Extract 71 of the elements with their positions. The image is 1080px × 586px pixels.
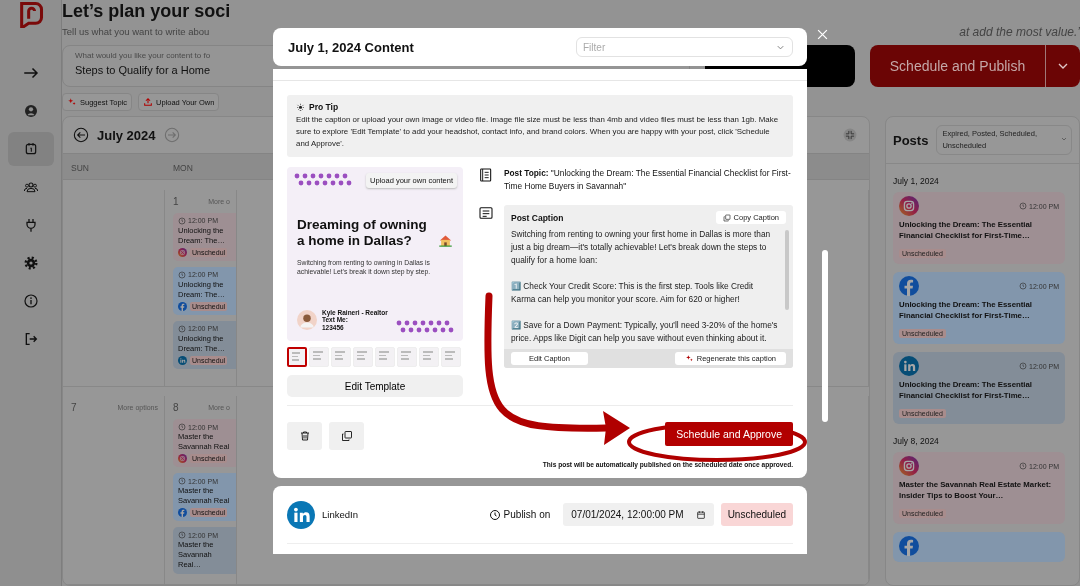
copy-icon xyxy=(722,213,731,222)
delete-button[interactable] xyxy=(287,422,322,450)
clock-icon xyxy=(1019,202,1028,210)
profile-icon xyxy=(22,103,39,119)
post-topic: Post Topic: "Unlocking the Dream: The Essential Financial Checklist for First-Time Home Buyers in Savannah" xyxy=(504,167,792,193)
clock-icon xyxy=(1019,462,1028,470)
chevron-icon xyxy=(1060,135,1068,143)
caption-paragraph: 2⃣ Save for a Down Payment: Typically, you'll need 3-20% of the home's price. Apps like Digit can help you save without even thinking about it. xyxy=(511,319,779,345)
facebook-icon xyxy=(899,536,919,556)
panel-title: Posts xyxy=(893,132,929,148)
settings-icon xyxy=(22,255,39,271)
page-subtitle: Tell us what you want to write abou xyxy=(62,25,210,39)
collapse-icon[interactable] xyxy=(843,128,857,142)
field-label: What would you like your content to fo xyxy=(75,51,212,60)
duplicate-button[interactable] xyxy=(329,422,364,450)
linkedin-icon xyxy=(287,500,315,529)
avatar xyxy=(297,309,317,330)
sparkle-icon xyxy=(67,97,77,107)
linkedin-icon xyxy=(178,355,187,365)
status-badge: Unscheduled xyxy=(720,503,793,526)
caption-title: Post Caption xyxy=(511,212,564,223)
day-number: 7 xyxy=(71,402,77,414)
bulb-icon xyxy=(296,102,305,112)
caption-paragraph: 1⃣ Check Your Credit Score: This is the first step. Tools like Credit Karma can help you monitor your score. Aim for 620 or higher! xyxy=(511,280,755,306)
clock-icon xyxy=(178,423,186,432)
house-icon xyxy=(438,233,453,248)
modal-title: July 1, 2024 Content xyxy=(288,39,414,55)
tip-title: Pro Tip xyxy=(309,102,339,112)
clock-icon xyxy=(178,270,186,279)
sidebar-item[interactable] xyxy=(7,132,54,166)
linkedin-icon xyxy=(899,356,919,376)
page-subtitle: at add the most value.’ xyxy=(959,25,1080,39)
trash-icon xyxy=(298,430,311,442)
date-label: July 8, 2024 xyxy=(893,436,940,446)
clock-icon xyxy=(1019,362,1028,370)
date-time-field[interactable]: 07/01/2024, 12:00:00 PM xyxy=(563,503,714,526)
clock-icon xyxy=(488,508,501,521)
preview-headline: Dreaming of owning a home in Dallas? xyxy=(297,217,428,249)
facebook-icon xyxy=(178,301,187,311)
facebook-icon xyxy=(178,508,187,518)
field-value: Steps to Qualify for a Home xyxy=(75,64,212,76)
post-card[interactable] xyxy=(893,532,1065,562)
publish-label: Publish on xyxy=(503,509,551,520)
clock-icon xyxy=(178,531,186,540)
day-number: 1 xyxy=(173,195,179,207)
book-icon xyxy=(478,167,494,183)
clock-icon xyxy=(178,477,186,486)
date-label: July 1, 2024 xyxy=(893,176,940,186)
copy-icon xyxy=(340,430,353,442)
sparkle-icon xyxy=(684,354,694,363)
day-number: 8 xyxy=(173,402,179,414)
edit-template-button[interactable]: Edit Template xyxy=(287,375,463,397)
info-icon xyxy=(22,293,39,309)
close-icon[interactable] xyxy=(815,27,830,42)
month-title: July 2024 xyxy=(97,127,156,143)
caption-paragraph: Switching from renting to owning your first home in Dallas is more than just a big dream—it's totally achievable! Let's break down the steps to qualify for a home loan: xyxy=(511,228,772,267)
thumbnail[interactable] xyxy=(287,347,307,367)
weekday-label: MON xyxy=(173,163,193,173)
clock-icon xyxy=(178,216,186,225)
calendar-icon xyxy=(695,509,706,520)
scrollbar[interactable] xyxy=(822,250,828,422)
document-icon xyxy=(478,205,494,221)
clock-icon xyxy=(178,324,186,333)
channel-name: LinkedIn xyxy=(322,509,358,520)
clock-icon xyxy=(1019,282,1028,290)
upload-icon xyxy=(143,97,153,107)
page-title: Let’s plan your soci xyxy=(62,0,232,22)
scrollbar[interactable] xyxy=(785,230,789,310)
weekday-label: SUN xyxy=(71,163,89,173)
facebook-icon xyxy=(899,276,919,296)
people-icon xyxy=(22,179,39,195)
